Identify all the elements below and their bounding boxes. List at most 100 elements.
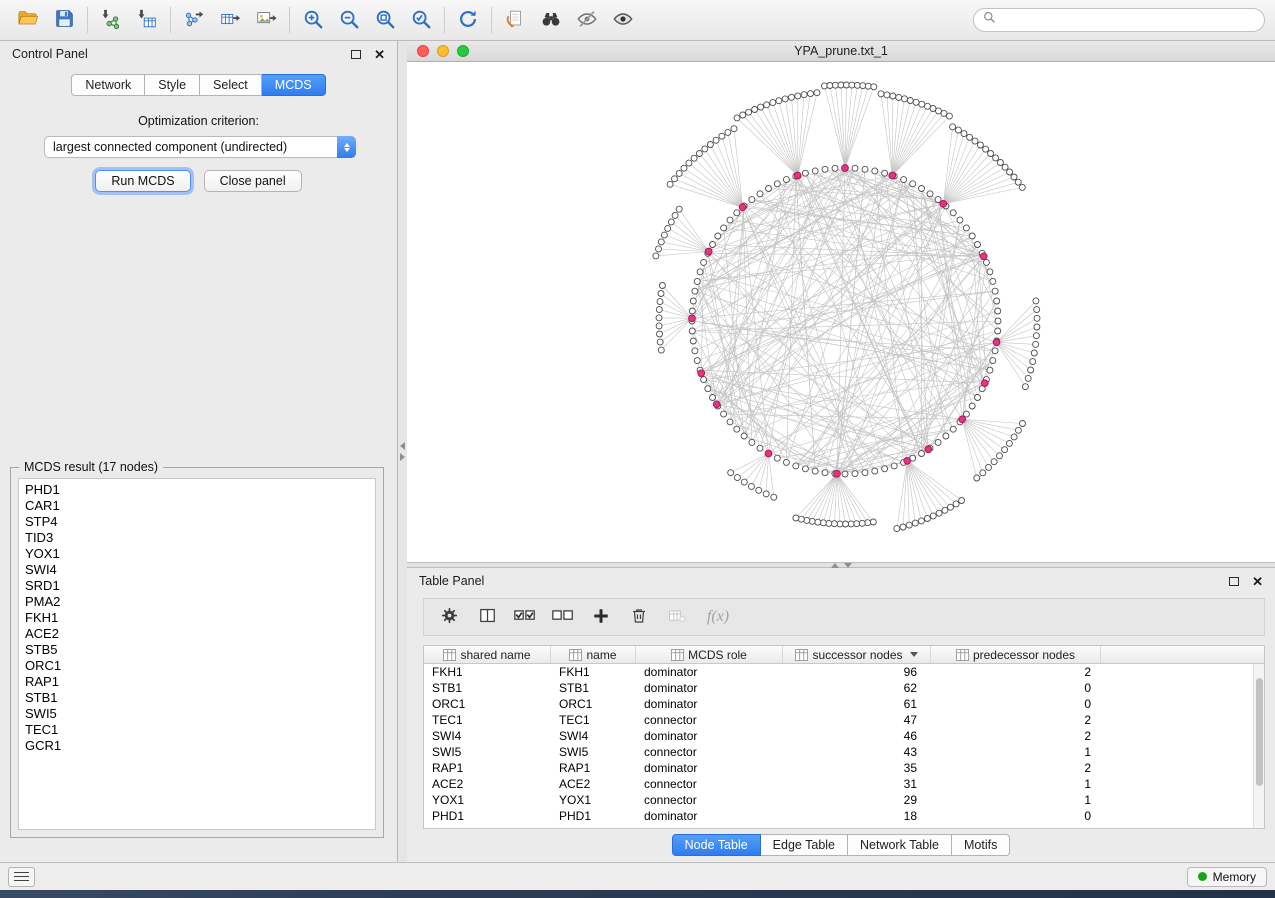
deselect-all-columns-button[interactable] xyxy=(546,602,580,632)
select-all-columns-button[interactable] xyxy=(508,602,542,632)
network-title: YPA_prune.txt_1 xyxy=(407,44,1275,58)
close-panel-button[interactable]: ✕ xyxy=(374,48,385,61)
float-table-panel-button[interactable] xyxy=(1229,577,1239,586)
table-row[interactable]: PHD1PHD1dominator180 xyxy=(424,808,1264,824)
select-value: largest connected component (undirected) xyxy=(45,140,337,154)
column-header-shared-name[interactable]: shared name xyxy=(424,646,551,663)
table-row[interactable]: ORC1ORC1dominator610 xyxy=(424,696,1264,712)
tab-select[interactable]: Select xyxy=(200,74,262,96)
column-header-successor-nodes[interactable]: successor nodes xyxy=(783,646,931,663)
show-columns-button[interactable] xyxy=(470,602,504,632)
table-row[interactable]: TEC1TEC1connector472 xyxy=(424,712,1264,728)
eye-icon xyxy=(612,8,634,33)
float-panel-button[interactable] xyxy=(351,50,361,59)
zoom-selected-button[interactable] xyxy=(403,4,439,36)
tab-network[interactable]: Network xyxy=(71,74,145,96)
network-graph[interactable] xyxy=(407,62,1275,562)
open-file-button[interactable] xyxy=(10,4,46,36)
mcds-result-item[interactable]: CAR1 xyxy=(19,498,375,514)
optimization-criterion-select[interactable]: largest connected component (undirected) xyxy=(44,136,356,158)
search-input[interactable] xyxy=(1002,13,1255,27)
vertical-splitter[interactable] xyxy=(398,41,407,862)
minimize-window-button[interactable] xyxy=(437,45,449,57)
table-toolbar: f(x) xyxy=(423,598,1265,636)
column-type-icon xyxy=(569,649,582,661)
mcds-result-item[interactable]: PMA2 xyxy=(19,594,375,610)
zoom-out-button[interactable] xyxy=(331,4,367,36)
import-network-button[interactable] xyxy=(93,4,129,36)
cell-successor-nodes: 46 xyxy=(783,729,931,743)
tab-mcds[interactable]: MCDS xyxy=(262,74,326,96)
tab-edge-table[interactable]: Edge Table xyxy=(761,834,848,856)
status-menu-button[interactable] xyxy=(8,867,35,887)
table-row[interactable]: STB1STB1dominator620 xyxy=(424,680,1264,696)
column-header-name[interactable]: name xyxy=(551,646,636,663)
export-network-button[interactable] xyxy=(176,4,212,36)
mcds-result-item[interactable]: STP4 xyxy=(19,514,375,530)
table-row[interactable]: SWI5SWI5connector431 xyxy=(424,744,1264,760)
mcds-result-item[interactable]: SWI4 xyxy=(19,562,375,578)
table-row[interactable]: ACE2ACE2connector311 xyxy=(424,776,1264,792)
create-column-button[interactable] xyxy=(584,602,618,632)
cell-mcds-role: dominator xyxy=(636,761,783,775)
run-mcds-button[interactable]: Run MCDS xyxy=(95,170,190,192)
mcds-result-item[interactable]: GCR1 xyxy=(19,738,375,754)
close-window-button[interactable] xyxy=(417,45,429,57)
chevron-down-icon xyxy=(910,652,918,657)
table-scrollbar[interactable] xyxy=(1253,664,1264,828)
zoom-selected-icon xyxy=(410,8,432,33)
scrollbar-thumb[interactable] xyxy=(1256,678,1263,786)
hide-unselected-button[interactable] xyxy=(569,4,605,36)
tab-motifs[interactable]: Motifs xyxy=(952,834,1010,856)
mcds-result-item[interactable]: RAP1 xyxy=(19,674,375,690)
delete-table-button[interactable] xyxy=(660,602,694,632)
collapse-up-icon xyxy=(831,563,839,568)
table-row[interactable]: YOX1YOX1connector291 xyxy=(424,792,1264,808)
mcds-result-item[interactable]: TID3 xyxy=(19,530,375,546)
refresh-view-button[interactable] xyxy=(450,4,486,36)
maximize-window-button[interactable] xyxy=(457,45,469,57)
tab-style[interactable]: Style xyxy=(145,74,200,96)
table-row[interactable]: SWI4SWI4dominator462 xyxy=(424,728,1264,744)
mcds-result-item[interactable]: ACE2 xyxy=(19,626,375,642)
column-type-icon xyxy=(671,649,684,661)
table-settings-button[interactable] xyxy=(432,602,466,632)
copy-view-button[interactable] xyxy=(497,4,533,36)
cell-name: ACE2 xyxy=(551,777,636,791)
memory-button[interactable]: Memory xyxy=(1187,867,1267,887)
mcds-result-item[interactable]: ORC1 xyxy=(19,658,375,674)
close-panel-button-2[interactable]: Close panel xyxy=(204,170,302,192)
mcds-result-item[interactable]: SWI5 xyxy=(19,706,375,722)
cell-mcds-role: connector xyxy=(636,793,783,807)
table-row[interactable]: RAP1RAP1dominator352 xyxy=(424,760,1264,776)
tab-node-table[interactable]: Node Table xyxy=(672,834,761,856)
mcds-result-item[interactable]: STB1 xyxy=(19,690,375,706)
cell-shared-name: FKH1 xyxy=(424,665,551,679)
table-row[interactable]: FKH1FKH1dominator962 xyxy=(424,664,1264,680)
zoom-in-button[interactable] xyxy=(295,4,331,36)
save-session-button[interactable] xyxy=(46,4,82,36)
graph-edges xyxy=(656,85,1037,529)
export-table-button[interactable] xyxy=(212,4,248,36)
show-all-button[interactable] xyxy=(605,4,641,36)
mcds-result-item[interactable]: TEC1 xyxy=(19,722,375,738)
column-header-mcds-role[interactable]: MCDS role xyxy=(636,646,783,663)
export-image-button[interactable] xyxy=(248,4,284,36)
function-builder-button[interactable]: f(x) xyxy=(698,602,732,632)
tab-network-table[interactable]: Network Table xyxy=(848,834,952,856)
mcds-result-item[interactable]: FKH1 xyxy=(19,610,375,626)
mcds-result-item[interactable]: PHD1 xyxy=(19,482,375,498)
column-header-predecessor-nodes[interactable]: predecessor nodes xyxy=(931,646,1101,663)
table-panel-title: Table Panel xyxy=(419,574,484,588)
mcds-result-item[interactable]: SRD1 xyxy=(19,578,375,594)
cell-shared-name: SWI4 xyxy=(424,729,551,743)
zoom-fit-button[interactable] xyxy=(367,4,403,36)
delete-column-button[interactable] xyxy=(622,602,656,632)
mcds-result-item[interactable]: YOX1 xyxy=(19,546,375,562)
close-table-panel-button[interactable]: ✕ xyxy=(1252,575,1263,588)
find-button[interactable] xyxy=(533,4,569,36)
cell-predecessor-nodes: 2 xyxy=(931,665,1101,679)
cell-name: YOX1 xyxy=(551,793,636,807)
import-table-button[interactable] xyxy=(129,4,165,36)
mcds-result-item[interactable]: STB5 xyxy=(19,642,375,658)
